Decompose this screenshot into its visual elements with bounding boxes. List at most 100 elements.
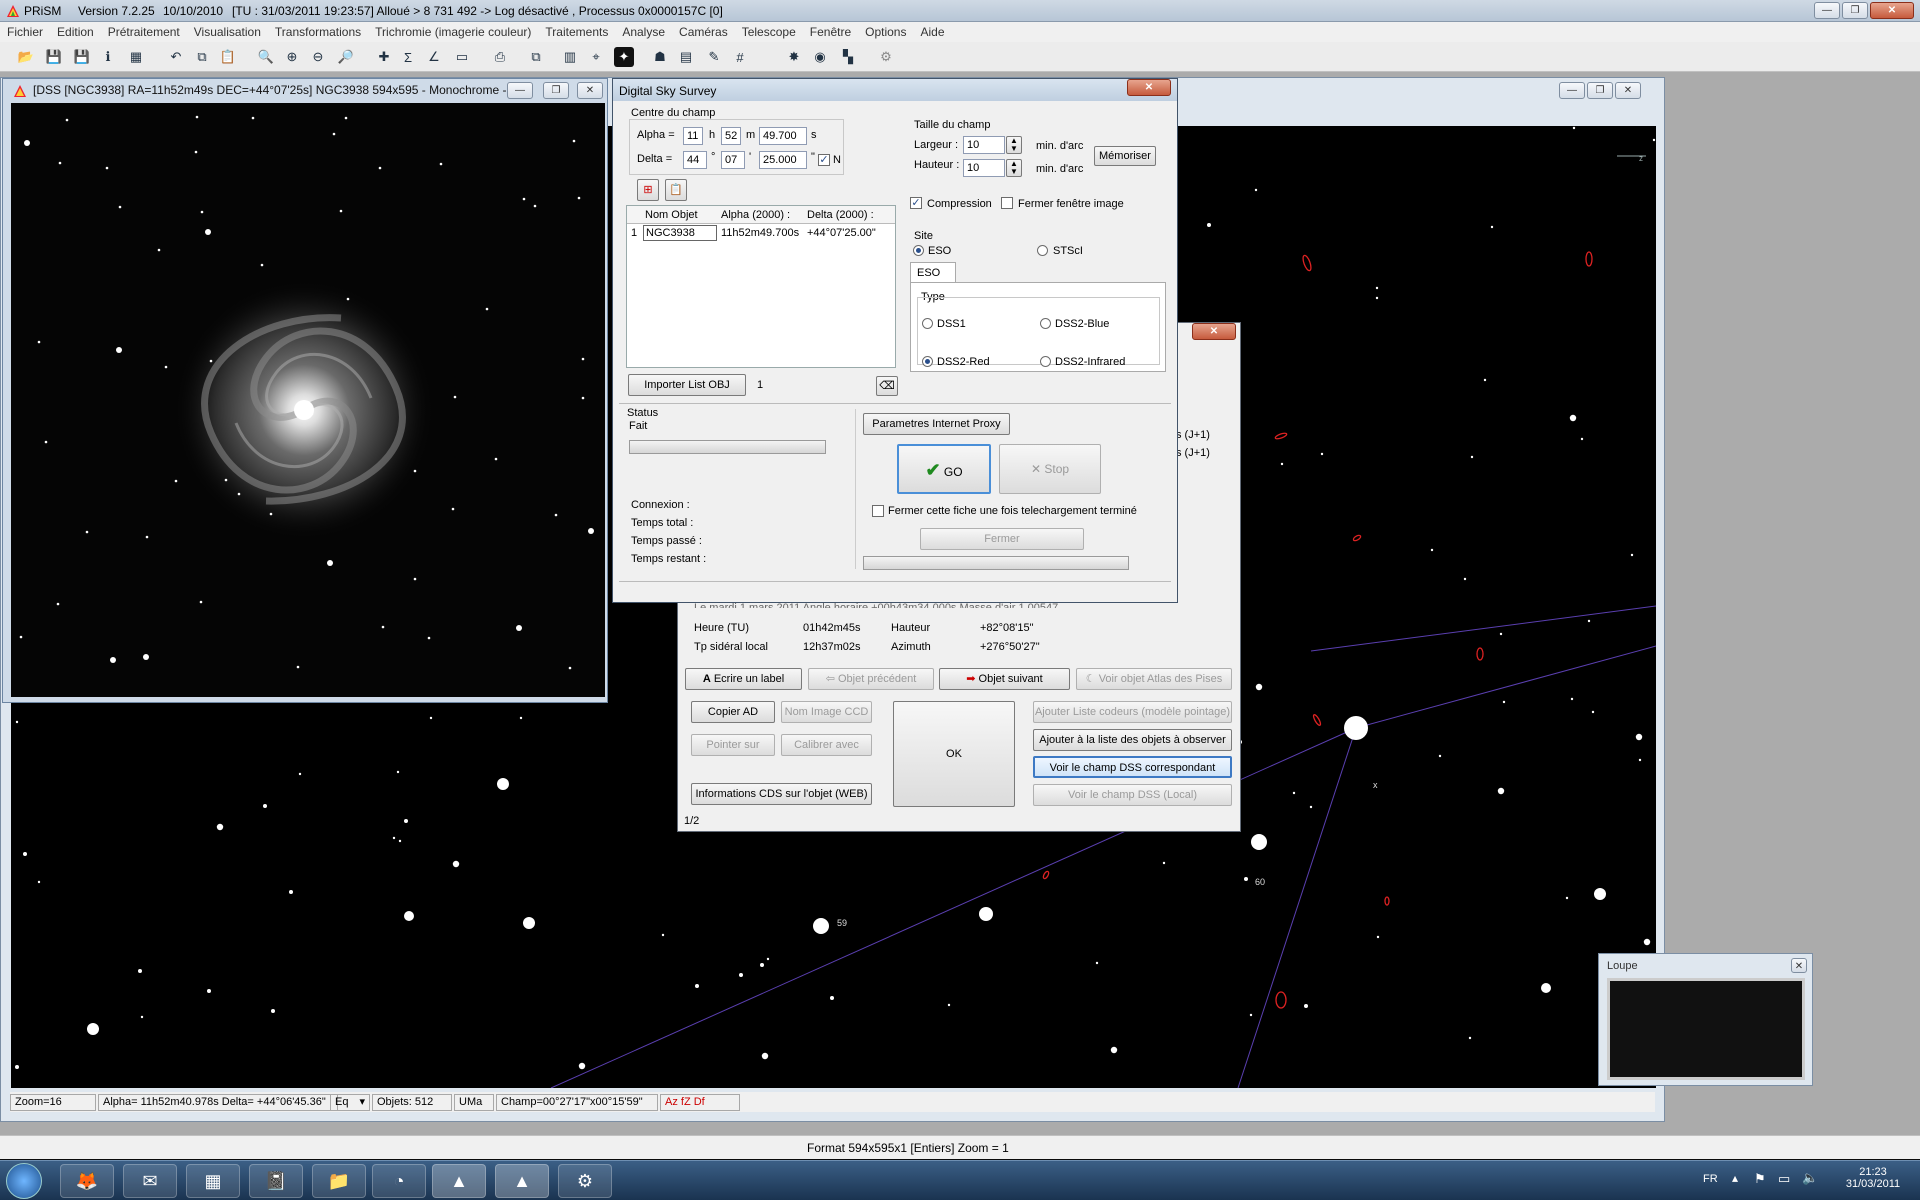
menu-item-7[interactable]: Analyse: [622, 25, 665, 39]
mail-icon[interactable]: ✉: [123, 1164, 177, 1198]
site-eso-radio[interactable]: [913, 245, 924, 256]
fermer-image-checkbox[interactable]: [1001, 197, 1013, 209]
delta-minutes-field[interactable]: 07: [721, 151, 745, 169]
menu-item-3[interactable]: Visualisation: [194, 25, 261, 39]
coord-system-select[interactable]: Eq ▾: [330, 1094, 370, 1111]
angle-icon[interactable]: ∠: [424, 47, 444, 67]
menu-item-9[interactable]: Telescope: [742, 25, 796, 39]
menu-item-5[interactable]: Trichromie (imagerie couleur): [375, 25, 531, 39]
users-icon[interactable]: ☗: [650, 47, 670, 67]
chart-icon[interactable]: ▤: [676, 47, 696, 67]
atlas-button[interactable]: ☾ Voir objet Atlas des Pises: [1076, 668, 1232, 690]
menu-item-0[interactable]: Fichier: [7, 25, 43, 39]
delta-degrees-field[interactable]: 44: [683, 151, 707, 169]
objet-precedent-button[interactable]: ⇦ Objet précédent: [808, 668, 934, 690]
ecrire-label-button[interactable]: A Ecrire un label: [685, 668, 802, 690]
prism-task-icon[interactable]: ▲: [432, 1164, 486, 1198]
camera-icon[interactable]: ◉: [810, 47, 830, 67]
objet-suivant-button[interactable]: ➡ Objet suivant: [939, 668, 1070, 690]
eraser-icon[interactable]: ⌫: [876, 376, 898, 396]
select-rect-icon[interactable]: ▭: [452, 47, 472, 67]
zoom-out-icon[interactable]: ⊖: [308, 47, 328, 67]
pointer-sur-button[interactable]: Pointer sur: [691, 734, 775, 756]
lang-indicator[interactable]: FR: [1703, 1173, 1718, 1185]
grid-icon[interactable]: #: [730, 47, 750, 67]
sky-minimize-button[interactable]: —: [1559, 82, 1585, 99]
zoom-icon[interactable]: 🔎: [336, 47, 356, 67]
flag-icon[interactable]: ⚑: [1754, 1171, 1766, 1187]
copier-ad-button[interactable]: Copier AD: [691, 701, 775, 723]
nom-image-ccd-button[interactable]: Nom Image CCD: [781, 701, 872, 723]
tray-arrow-icon[interactable]: ▴: [1732, 1171, 1738, 1185]
site-stsci-radio[interactable]: [1037, 245, 1048, 256]
prism-task-icon[interactable]: ▲: [495, 1164, 549, 1198]
zoom-in-icon[interactable]: ⊕: [282, 47, 302, 67]
dss2-blue-radio[interactable]: [1040, 318, 1051, 329]
image-maximize-button[interactable]: ❐: [543, 82, 569, 99]
loupe-close-button[interactable]: ✕: [1791, 958, 1807, 973]
folder-icon[interactable]: 📁: [312, 1164, 366, 1198]
picasa-icon[interactable]: ◔: [372, 1164, 426, 1198]
alpha-seconds-field[interactable]: 49.700: [759, 127, 807, 145]
start-button[interactable]: [6, 1163, 42, 1199]
voir-dss-button[interactable]: Voir le champ DSS correspondant: [1033, 756, 1232, 778]
barcode-icon[interactable]: ▥: [560, 47, 580, 67]
layers-icon[interactable]: ⧉: [526, 47, 546, 67]
menu-item-10[interactable]: Fenêtre: [810, 25, 851, 39]
object-dialog-close-button[interactable]: ✕: [1192, 323, 1236, 340]
table-row[interactable]: 1 NGC3938 11h52m49.700s +44°07'25.00": [627, 224, 895, 242]
paste-icon[interactable]: 📋: [218, 47, 238, 67]
firefox-icon[interactable]: 🦊: [60, 1164, 114, 1198]
image-minimize-button[interactable]: —: [507, 82, 533, 99]
calculator-icon[interactable]: ▦: [186, 1164, 240, 1198]
filter-icon[interactable]: ▚: [838, 47, 858, 67]
speaker-icon[interactable]: 🔈: [1802, 1170, 1818, 1186]
dss-close-button[interactable]: ✕: [1127, 79, 1171, 96]
crosshair-icon[interactable]: ✚: [374, 47, 394, 67]
dss1-radio[interactable]: [922, 318, 933, 329]
alpha-hours-field[interactable]: 11: [683, 127, 703, 145]
menu-item-6[interactable]: Traitements: [545, 25, 608, 39]
minimize-button[interactable]: —: [1814, 2, 1840, 19]
star-icon[interactable]: ✸: [784, 47, 804, 67]
go-button[interactable]: ✔ GO: [897, 444, 991, 494]
sky-close-button[interactable]: ✕: [1615, 82, 1641, 99]
telescope-icon[interactable]: ⌖: [586, 47, 606, 67]
hauteur-field[interactable]: 10: [963, 159, 1005, 177]
calibrer-avec-button[interactable]: Calibrer avec: [781, 734, 872, 756]
settings-task-icon[interactable]: ⚙: [558, 1164, 612, 1198]
fermer-button[interactable]: Fermer: [920, 528, 1084, 550]
largeur-field[interactable]: 10: [963, 136, 1005, 154]
menu-item-11[interactable]: Options: [865, 25, 906, 39]
maximize-button[interactable]: ❐: [1842, 2, 1868, 19]
open-icon[interactable]: 📂: [16, 47, 36, 67]
starmap-icon[interactable]: ✦: [614, 47, 634, 67]
add-object-icon[interactable]: ⊞: [637, 179, 659, 201]
sky-maximize-button[interactable]: ❐: [1587, 82, 1613, 99]
alpha-minutes-field[interactable]: 52: [721, 127, 741, 145]
ajouter-liste-button[interactable]: Ajouter à la liste des objets à observer: [1033, 729, 1232, 751]
close-button[interactable]: ✕: [1870, 2, 1914, 19]
print-icon[interactable]: ⎙: [490, 47, 510, 67]
dss2-infrared-radio[interactable]: [1040, 356, 1051, 367]
network-icon[interactable]: ▭: [1778, 1171, 1790, 1187]
north-checkbox[interactable]: ✓: [818, 154, 830, 166]
proxy-button[interactable]: Parametres Internet Proxy: [863, 413, 1010, 435]
close-after-checkbox[interactable]: [872, 505, 884, 517]
row-name-cell[interactable]: NGC3938: [643, 225, 717, 241]
largeur-spinner[interactable]: ▲ ▼: [1006, 136, 1022, 154]
memoriser-button[interactable]: Mémoriser: [1094, 146, 1156, 166]
menu-item-1[interactable]: Edition: [57, 25, 94, 39]
zoom-fit-icon[interactable]: 🔍: [256, 47, 276, 67]
dss2-red-radio[interactable]: [922, 356, 933, 367]
save-icon[interactable]: 💾: [44, 47, 64, 67]
copy-icon[interactable]: ⧉: [192, 47, 212, 67]
ajouter-codeurs-button[interactable]: Ajouter Liste codeurs (modèle pointage): [1033, 701, 1232, 723]
menu-item-4[interactable]: Transformations: [275, 25, 361, 39]
notes-icon[interactable]: 📓: [249, 1164, 303, 1198]
menu-item-12[interactable]: Aide: [920, 25, 944, 39]
settings-icon[interactable]: ⚙: [876, 47, 896, 67]
menu-item-2[interactable]: Prétraitement: [108, 25, 180, 39]
ok-button[interactable]: OK: [893, 701, 1015, 807]
compression-checkbox[interactable]: ✓: [910, 197, 922, 209]
